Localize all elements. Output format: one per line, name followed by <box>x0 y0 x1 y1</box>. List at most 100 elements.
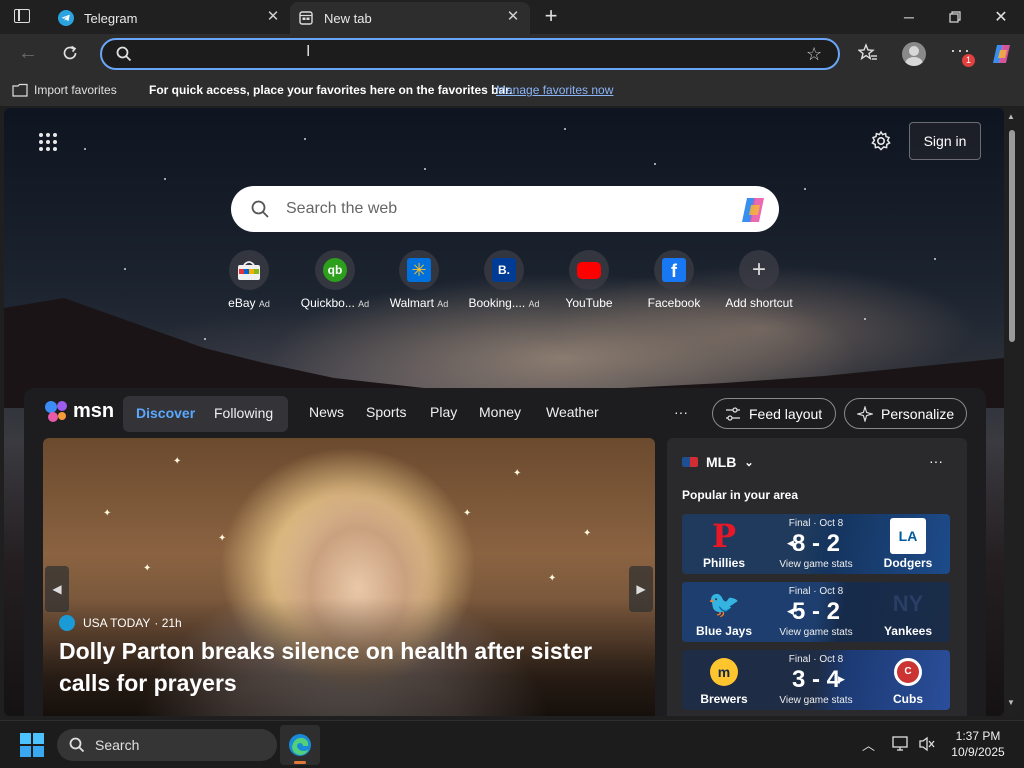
shortcut-quickbooks[interactable]: qb Quickbo... Ad <box>292 250 378 310</box>
manage-favorites-link[interactable]: Manage favorites now <box>496 83 613 97</box>
shortcut-walmart[interactable]: ✳ Walmart Ad <box>376 250 462 310</box>
copilot-search-icon[interactable] <box>739 196 769 229</box>
tab-new-tab[interactable]: New tab ✕ <box>290 2 530 34</box>
quickbooks-icon: qb <box>315 250 355 290</box>
nav-news[interactable]: News <box>309 404 344 420</box>
ad-label: Ad <box>258 299 270 309</box>
game-bluejays-yankees[interactable]: 🐦 NY Blue Jays Yankees Final · Oct 8 5 -… <box>682 582 950 642</box>
sparkle-decoration: ✦ <box>513 468 522 479</box>
ad-label: Ad <box>437 299 449 309</box>
msn-logo[interactable]: msn <box>44 398 114 424</box>
taskbar-clock[interactable]: 1:37 PM 10/9/2025 <box>946 728 1010 760</box>
game-brewers-cubs[interactable]: m C Brewers Cubs Final · Oct 8 3 - 4 ▶ V… <box>682 650 950 710</box>
personalize-button[interactable]: Personalize <box>844 398 967 429</box>
scroll-down-arrow-icon[interactable]: ▼ <box>1007 698 1015 707</box>
cubs-logo-icon: C <box>890 654 926 690</box>
winner-arrow-icon: ◀ <box>787 538 794 548</box>
phillies-logo-icon: P <box>711 517 737 555</box>
close-window-button[interactable]: ✕ <box>978 0 1024 34</box>
carousel-prev-button[interactable]: ◀ <box>45 566 69 612</box>
tab-following[interactable]: Following <box>214 405 273 421</box>
scrollbar-thumb[interactable] <box>1009 130 1015 342</box>
favorite-star-icon[interactable]: ☆ <box>806 44 822 65</box>
shortcut-ebay[interactable]: eBay Ad <box>206 250 292 310</box>
personalize-label: Personalize <box>881 405 955 422</box>
away-team-name: Yankees <box>883 624 933 638</box>
game-phillies-dodgers[interactable]: P LA Phillies Dodgers Final · Oct 8 8 - … <box>682 514 950 574</box>
windows-start-icon[interactable] <box>20 733 44 757</box>
mlb-title: MLB <box>706 454 737 470</box>
feed-layout-button[interactable]: Feed layout <box>712 398 836 429</box>
scroll-up-arrow-icon[interactable]: ▲ <box>1007 112 1015 121</box>
nav-weather[interactable]: Weather <box>546 404 599 420</box>
browser-toolbar: ← I ☆ ··· 1 <box>0 34 1024 74</box>
sky-star <box>564 128 566 130</box>
network-icon[interactable] <box>892 736 910 752</box>
refresh-icon[interactable] <box>60 43 82 65</box>
page-settings-gear-icon[interactable] <box>870 130 892 152</box>
story-headline[interactable]: Dolly Parton breaks silence on health af… <box>59 635 649 699</box>
minimize-button[interactable]: ─ <box>886 0 932 34</box>
restore-button[interactable] <box>932 0 978 34</box>
back-icon[interactable]: ← <box>18 42 40 64</box>
favorites-icon[interactable] <box>857 43 880 65</box>
nav-play[interactable]: Play <box>430 404 457 420</box>
view-game-stats-link[interactable]: View game stats <box>766 559 866 570</box>
sky-star <box>804 188 806 190</box>
search-icon <box>116 46 132 67</box>
nav-money[interactable]: Money <box>479 404 521 420</box>
profile-avatar[interactable] <box>902 42 926 66</box>
address-bar[interactable]: I ☆ <box>100 38 840 70</box>
taskbar-search-box[interactable]: Search <box>57 729 277 761</box>
hero-story-card[interactable]: ✦ ✦ ✦ ✦ ✦ ✦ ✦ ✦ ◀ ▶ USA TODAY · 21h Doll… <box>43 438 655 716</box>
mlb-more-icon[interactable]: ··· <box>929 453 943 469</box>
sky-star <box>164 178 166 180</box>
show-hidden-icons-chevron-icon[interactable]: ︿ <box>862 735 875 754</box>
shortcut-label: eBay <box>228 296 256 310</box>
app-launcher-icon[interactable] <box>38 132 58 152</box>
sparkle-edit-icon <box>857 405 873 422</box>
view-game-stats-link[interactable]: View game stats <box>766 695 866 706</box>
sign-in-button[interactable]: Sign in <box>909 122 981 160</box>
mlb-subtitle: Popular in your area <box>682 488 799 502</box>
mlb-header[interactable]: MLB ⌄ <box>682 454 754 470</box>
game-status: Final · Oct 8 <box>788 518 844 529</box>
new-tab-button[interactable]: + <box>540 4 562 28</box>
add-shortcut-button[interactable]: + Add shortcut <box>716 250 802 310</box>
story-source[interactable]: USA TODAY · 21h <box>59 615 182 631</box>
more-menu-icon[interactable]: ··· <box>674 404 688 420</box>
tab-discover[interactable]: Discover <box>136 405 195 421</box>
page-scrollbar[interactable]: ▲ ▼ <box>1004 108 1020 716</box>
booking-icon: B. <box>484 250 524 290</box>
blue-jays-logo-icon: 🐦 <box>707 588 741 619</box>
new-tab-page-icon <box>298 10 314 26</box>
dodgers-logo-icon: LA <box>890 518 926 554</box>
view-game-stats-link[interactable]: View game stats <box>766 627 866 638</box>
volume-muted-icon[interactable] <box>918 736 936 752</box>
nav-sports[interactable]: Sports <box>366 404 406 420</box>
sparkle-decoration: ✦ <box>548 573 557 584</box>
tab-telegram[interactable]: Telegram ✕ <box>48 2 290 34</box>
shortcut-facebook[interactable]: f Facebook <box>631 250 717 310</box>
winner-arrow-icon: ◀ <box>787 606 794 616</box>
address-input[interactable] <box>142 44 782 64</box>
taskbar-edge-button[interactable] <box>280 725 320 765</box>
web-search-box[interactable]: Search the web <box>231 186 779 232</box>
game-score: 3 - 4 <box>791 666 841 693</box>
sparkle-decoration: ✦ <box>463 508 472 519</box>
shortcut-label: Walmart <box>389 296 434 310</box>
sparkle-decoration: ✦ <box>583 528 592 539</box>
shortcut-booking[interactable]: B. Booking.... Ad <box>461 250 547 310</box>
telegram-icon <box>58 10 74 26</box>
game-status: Final · Oct 8 <box>788 654 844 665</box>
import-favorites-button[interactable]: Import favorites <box>34 83 117 97</box>
close-tab-icon[interactable]: ✕ <box>506 9 520 24</box>
shortcut-label: Booking.... <box>468 296 526 310</box>
sky-star <box>424 168 426 170</box>
copilot-icon[interactable] <box>990 43 1014 65</box>
carousel-next-button[interactable]: ▶ <box>629 566 653 612</box>
shortcut-youtube[interactable]: YouTube <box>546 250 632 310</box>
msn-tab-group: Discover Following <box>123 396 288 432</box>
tab-actions-icon[interactable] <box>14 9 30 23</box>
close-tab-icon[interactable]: ✕ <box>266 9 280 24</box>
